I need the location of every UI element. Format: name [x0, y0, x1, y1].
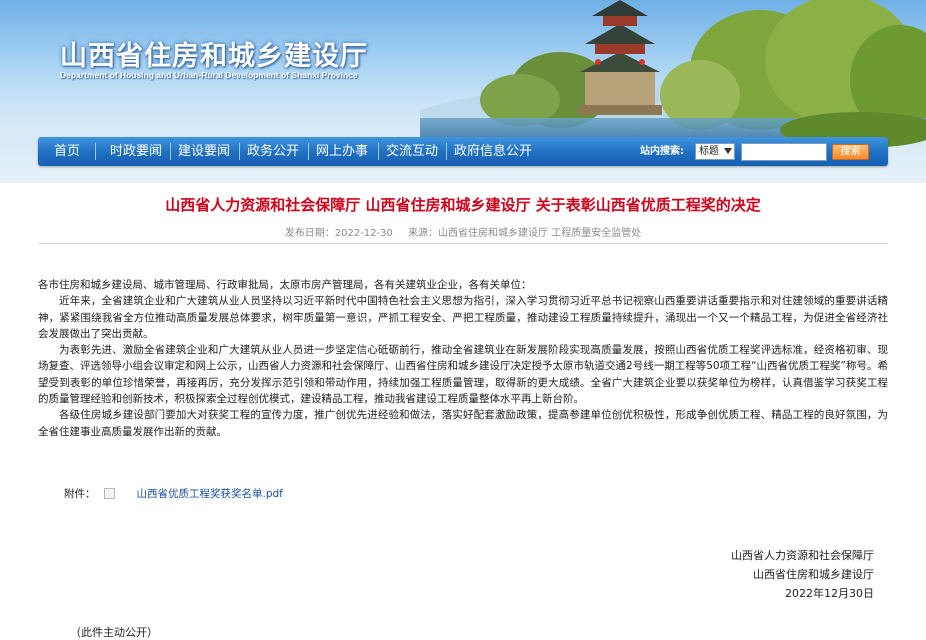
nav-item-government-affairs[interactable]: 政务公开 — [247, 137, 299, 166]
source-value: 山西省住房和城乡建设厅 工程质量安全监管处 — [438, 228, 642, 239]
nav-divider — [378, 143, 379, 160]
article-source: 来源：山西省住房和城乡建设厅 工程质量安全监管处 — [408, 228, 641, 239]
nav-item-info-disclosure[interactable]: 政府信息公开 — [454, 137, 532, 166]
search-button[interactable]: 搜索 — [832, 144, 869, 160]
broken-image-icon — [103, 488, 115, 499]
nav-item-interaction[interactable]: 交流互动 — [386, 137, 438, 166]
signature-dept-housing: 山西省住房和城乡建设厅 — [753, 568, 874, 581]
attachment-row: 附件： 山西省优质工程奖获奖名单.pdf — [64, 486, 283, 501]
article-body: 各市住房和城乡建设局、城市管理局、行政审批局，太原市房产管理局，各有关建筑业企业… — [38, 277, 888, 440]
main-navbar: 首页 时政要闻 建设要闻 政务公开 网上办事 交流互动 政府信息公开 站内搜索:… — [38, 137, 888, 166]
signature-dept-hrss: 山西省人力资源和社会保障厅 — [731, 549, 874, 562]
nav-item-home[interactable]: 首页 — [54, 137, 80, 166]
nav-item-online-services[interactable]: 网上办事 — [316, 137, 368, 166]
article-paragraph: 为表彰先进、激励全省建筑企业和广大建筑从业人员进一步坚定信心砥砺前行，推动全省建… — [38, 344, 888, 406]
site-subtitle: Department of Housing and Urban-Rural De… — [60, 70, 358, 80]
publish-date-value: 2022-12-30 — [334, 228, 393, 239]
chevron-down-icon — [724, 148, 732, 154]
attachment-link[interactable]: 山西省优质工程奖获奖名单.pdf — [137, 488, 283, 500]
nav-divider — [95, 143, 96, 160]
search-scope-value: 标题 — [699, 146, 719, 157]
title-divider — [38, 243, 888, 244]
nav-divider — [308, 143, 309, 160]
nav-item-current-affairs[interactable]: 时政要闻 — [110, 137, 162, 166]
nav-item-construction-news[interactable]: 建设要闻 — [178, 137, 230, 166]
source-label: 来源： — [408, 228, 439, 239]
publish-date: 发布日期：2022-12-30 — [285, 228, 393, 239]
publish-date-label: 发布日期： — [284, 228, 335, 239]
attachment-label: 附件： — [64, 488, 96, 500]
search-input[interactable] — [741, 143, 827, 161]
site-title: 山西省住房和城乡建设厅 — [60, 41, 368, 72]
public-release-note: （此件主动公开） — [70, 626, 158, 639]
search-label: 站内搜索: — [640, 146, 684, 157]
signature-date: 2022年12月30日 — [785, 587, 874, 600]
article-title: 山西省人力资源和社会保障厅 山西省住房和城乡建设厅 关于表彰山西省优质工程奖的决… — [165, 196, 761, 214]
nav-divider — [170, 143, 171, 160]
article-paragraph: 近年来，全省建筑企业和广大建筑从业人员坚持以习近平新时代中国特色社会主义思想为指… — [38, 295, 888, 340]
article-paragraph: 各级住房城乡建设部门要加大对获奖工程的宣传力度，推广创优先进经验和做法，落实好配… — [38, 409, 888, 438]
article-meta: 发布日期：2022-12-30 来源：山西省住房和城乡建设厅 工程质量安全监管处 — [0, 224, 926, 239]
header-banner: 山西省住房和城乡建设厅 Department of Housing and Ur… — [0, 0, 926, 183]
nav-divider — [446, 143, 447, 160]
article-salutation: 各市住房和城乡建设局、城市管理局、行政审批局，太原市房产管理局，各有关建筑业企业… — [38, 279, 532, 291]
nav-divider — [239, 143, 240, 160]
search-scope-select[interactable]: 标题 — [695, 143, 735, 160]
